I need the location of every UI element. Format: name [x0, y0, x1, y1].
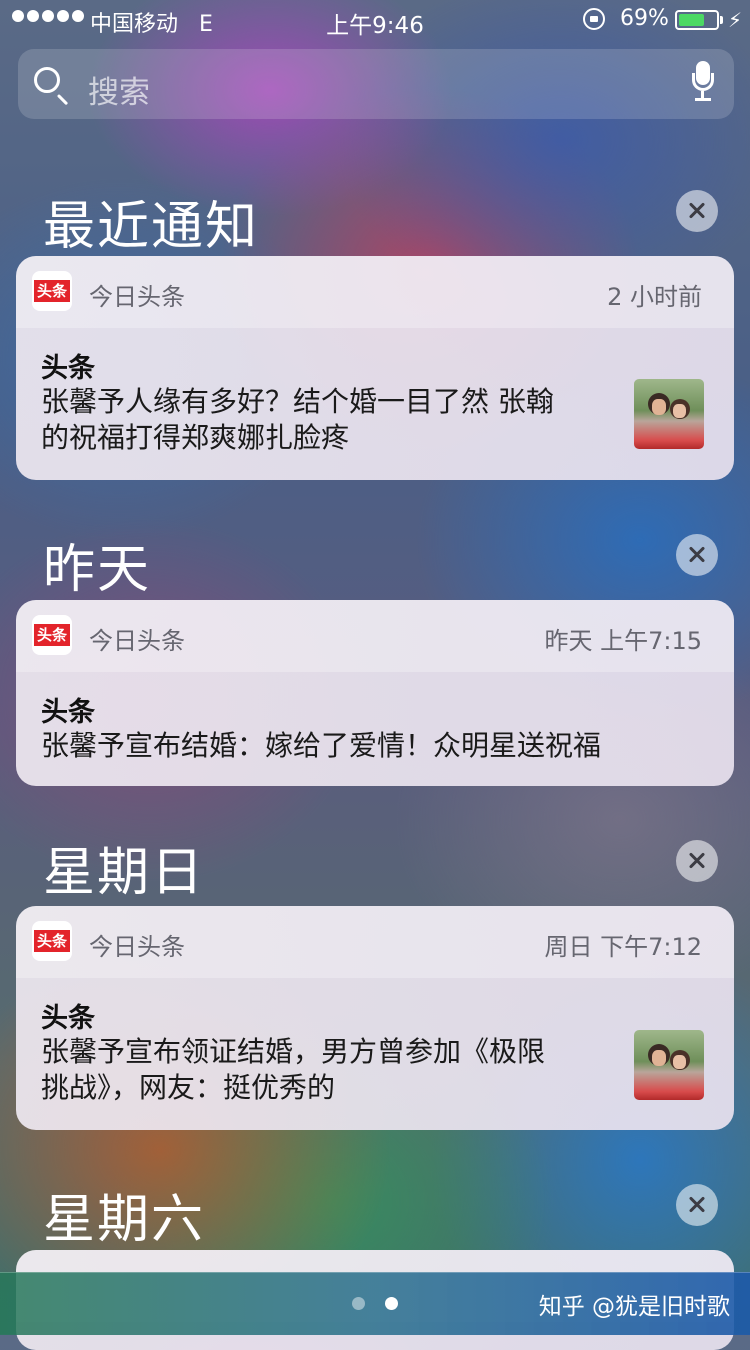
battery-icon	[675, 10, 723, 30]
notification-title: 头条	[41, 353, 95, 384]
notification-header: 头条 今日头条 昨天 上午7:15	[16, 600, 734, 672]
watermark: 知乎 @犹是旧时歌	[538, 1294, 730, 1320]
status-bar: 中国移动 E 上午9:46 69% ⚡	[0, 0, 750, 40]
app-name: 今日头条	[89, 283, 185, 311]
notification-time: 周日 下午7:12	[544, 933, 702, 961]
app-name: 今日头条	[89, 933, 185, 961]
charging-icon: ⚡	[728, 8, 743, 32]
toutiao-app-icon: 头条	[32, 921, 72, 961]
battery-percent: 69%	[620, 6, 669, 31]
toutiao-app-icon: 头条	[32, 615, 72, 655]
section-title-recent: 最近通知	[43, 197, 260, 257]
notification-thumbnail	[634, 1030, 704, 1100]
notification-card[interactable]: 头条 今日头条 2 小时前 头条 张馨予人缘有多好？结个婚一目了然 张翰 的祝福…	[16, 256, 734, 480]
notification-title: 头条	[41, 697, 95, 728]
app-name: 今日头条	[89, 627, 185, 655]
search-icon	[34, 67, 60, 93]
page-indicator-dot[interactable]	[352, 1297, 365, 1310]
notification-card[interactable]: 头条 今日头条 周日 下午7:12 头条 张馨予宣布领证结婚，男方曾参加《极限 …	[16, 906, 734, 1130]
notification-body: 张馨予人缘有多好？结个婚一目了然 张翰 的祝福打得郑爽娜扎脸疼	[41, 385, 554, 454]
notification-card[interactable]: 头条 今日头条 昨天 上午7:15 头条 张馨予宣布结婚：嫁给了爱情！众明星送祝…	[16, 600, 734, 786]
notification-header: 头条 今日头条 周日 下午7:12	[16, 906, 734, 978]
search-field[interactable]: 搜索	[18, 49, 734, 119]
notification-title: 头条	[41, 1003, 95, 1034]
section-title-sunday: 星期日	[43, 843, 206, 903]
clear-section-button[interactable]	[676, 190, 718, 232]
clear-section-button[interactable]	[676, 840, 718, 882]
rotation-lock-icon	[583, 8, 605, 30]
section-title-saturday: 星期六	[43, 1190, 206, 1250]
clear-section-button[interactable]	[676, 534, 718, 576]
notification-header: 头条 今日头条 2 小时前	[16, 256, 734, 328]
clear-section-button[interactable]	[676, 1184, 718, 1226]
search-placeholder: 搜索	[88, 75, 150, 111]
page-indicator-dot-active[interactable]	[385, 1297, 398, 1310]
section-title-yesterday: 昨天	[43, 540, 152, 600]
toutiao-app-icon: 头条	[32, 271, 72, 311]
microphone-icon[interactable]	[692, 61, 714, 107]
notification-thumbnail	[634, 379, 704, 449]
notification-time: 昨天 上午7:15	[544, 627, 702, 655]
notification-time: 2 小时前	[607, 283, 702, 311]
notification-body: 张馨予宣布结婚：嫁给了爱情！众明星送祝福	[41, 729, 602, 762]
notification-body: 张馨予宣布领证结婚，男方曾参加《极限 挑战》，网友：挺优秀的	[41, 1035, 546, 1104]
